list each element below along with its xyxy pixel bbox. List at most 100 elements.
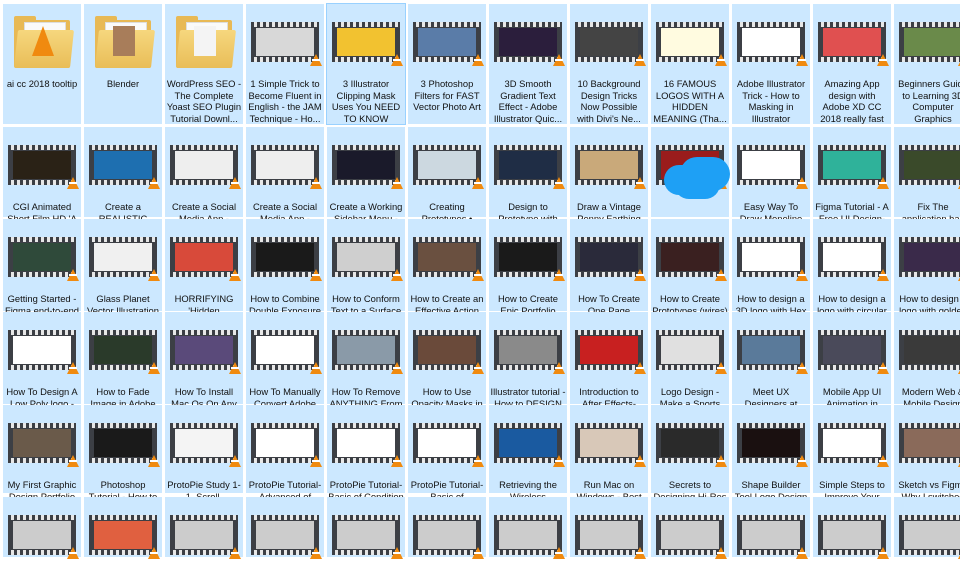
film-strip-icon [170, 515, 241, 559]
video-file-item[interactable]: Draw a Vintage Penny Farthing Bicycle in… [570, 127, 648, 247]
thumbnail-frame [580, 151, 638, 179]
video-file-item[interactable]: Mobile App UI Animation in ProtoPie - 2 … [813, 312, 891, 420]
video-file-item[interactable]: Figma Tutorial - A Free UI Design-Protot… [813, 127, 891, 247]
video-thumbnail-icon [899, 10, 960, 70]
vlc-cone-icon [148, 547, 160, 559]
video-file-item[interactable]: Sketch vs Figma Why I switched [894, 405, 960, 502]
video-file-item[interactable]: Beginners Guide to Learning 3D Computer … [894, 4, 960, 124]
video-file-item[interactable]: How To Install Mac Os On Any Windows Pc … [165, 312, 243, 432]
film-strip-icon [413, 515, 484, 559]
folder-item[interactable]: ai cc 2018 tooltip [3, 4, 81, 124]
video-file-item[interactable]: ProtoPie Tutorial- Basic of Condition In… [327, 405, 405, 513]
video-file-item[interactable]: How To Create One Page Websites With Div… [570, 219, 648, 339]
video-file-item[interactable]: 3 Photoshop Filters for FAST Vector Phot… [408, 4, 486, 124]
thumbnail-frame [580, 243, 638, 271]
film-strip-icon [737, 515, 808, 559]
video-file-item[interactable]: Illustrator tutorial - How to DESIGN WEB… [489, 312, 567, 432]
video-file-item[interactable] [732, 497, 810, 559]
video-file-item[interactable] [813, 497, 891, 559]
video-file-item[interactable]: Introduction to After Effects- Tutorial … [570, 312, 648, 432]
folder-item[interactable]: WordPress SEO - The Complete Yoast SEO P… [165, 4, 243, 124]
video-file-item[interactable] [894, 497, 960, 559]
video-file-item[interactable]: Create a Working Sidebar Menu - Adobe Xd… [327, 127, 405, 235]
video-file-item[interactable]: Secrets to Designing Hi-Res Web Graphics… [651, 405, 729, 525]
video-file-item[interactable] [489, 497, 567, 559]
video-thumbnail-icon [251, 133, 322, 193]
video-file-item[interactable]: 3D Smooth Gradient Text Effect - Adobe I… [489, 4, 567, 124]
video-file-item[interactable]: 1 Simple Trick to Become Fluent in Engli… [246, 4, 324, 124]
video-file-item[interactable]: Amazing App design with Adobe XD CC 2018… [813, 4, 891, 124]
video-file-item[interactable] [165, 497, 243, 559]
vlc-cone-icon [67, 455, 79, 467]
video-file-item[interactable]: Glass Planet Vector Illustration – Adobe… [84, 219, 162, 339]
video-file-item[interactable]: Creating Prototypes • Adobe XD Tutorial … [408, 127, 486, 247]
video-file-item[interactable]: HORRIFYING 'Hidden Meanings' In Famous L… [165, 219, 243, 339]
film-strip-icon [8, 423, 79, 467]
thumbnail-frame [256, 151, 314, 179]
video-file-item[interactable]: CGI Animated Short Film HD 'A Fox Tale '… [3, 127, 81, 247]
video-file-item[interactable]: How to design a 3D logo with Hex Grid - … [732, 219, 810, 339]
video-thumbnail-icon [332, 133, 403, 193]
vlc-cone-icon [472, 54, 484, 66]
video-file-item[interactable] [651, 127, 729, 217]
film-strip-icon [332, 145, 403, 189]
video-file-item[interactable]: How to Fade Image in Adobe Illustrator -… [84, 312, 162, 420]
video-file-item[interactable]: Run Mac on Windows - Best Method Ever - … [570, 405, 648, 525]
vlc-cone-icon [310, 269, 322, 281]
video-file-item[interactable] [570, 497, 648, 559]
video-file-item[interactable]: How to Combine Double Exposure & Selecti… [246, 219, 324, 339]
video-file-item[interactable]: Retrieving the Wireless Password On a Co… [489, 405, 567, 525]
film-strip-icon [251, 237, 322, 281]
film-strip-icon [818, 515, 889, 559]
video-file-item[interactable]: How to Use Opacity Masks in Illustrator [408, 312, 486, 420]
video-file-item[interactable]: Getting Started - Figma end-to-end [3, 219, 81, 316]
video-file-item[interactable]: My First Graphic Design Portfolio for Jo… [3, 405, 81, 513]
video-thumbnail-icon [656, 411, 727, 471]
video-file-item[interactable]: Adobe Illustrator Trick - How to Masking… [732, 4, 810, 124]
video-file-item[interactable]: How to Create an Effective Action Plan -… [408, 219, 486, 327]
video-file-item[interactable] [84, 497, 162, 559]
video-file-item[interactable] [246, 497, 324, 559]
video-file-item[interactable]: ProtoPie Study 1-1. Scroll, Slidemenu [165, 405, 243, 513]
video-file-item[interactable]: Design to Prototype with Adobe Xd and Pr… [489, 127, 567, 247]
video-file-item[interactable]: How to Conform Text to a Surface Using a… [327, 219, 405, 339]
video-file-item[interactable]: How to design a logo with circular grid … [813, 219, 891, 339]
video-thumbnail-icon [8, 503, 79, 563]
thumbnail-frame [904, 243, 960, 271]
thumbnail-frame [661, 336, 719, 364]
video-file-item[interactable]: Fix The application has failed to start … [894, 127, 960, 258]
video-file-item[interactable] [408, 497, 486, 559]
video-file-item[interactable]: Create a Social Media App - (Design & Pr… [165, 127, 243, 247]
video-file-item[interactable] [3, 497, 81, 559]
video-file-item[interactable]: Modern Web & Mobile Design Techniques (L… [894, 312, 960, 432]
video-file-item[interactable]: ProtoPie Tutorial- Advanced of Chain Fea… [246, 405, 324, 513]
thumbnail-frame [742, 151, 800, 179]
film-strip-icon [8, 237, 79, 281]
video-thumbnail-icon [494, 10, 565, 70]
video-file-item[interactable]: Photoshop Tutorial - How to Create a Pow… [84, 405, 162, 525]
video-file-item[interactable]: Create a Social Media App - (Design & Pr… [246, 127, 324, 247]
video-file-item[interactable]: Meet UX Designers at Google [732, 312, 810, 420]
video-file-item[interactable]: How To Design A Low Poly logo - Adobe Il… [3, 312, 81, 420]
film-strip-icon [899, 423, 960, 467]
video-file-item[interactable]: Shape Builder Tool Logo Design In Illust… [732, 405, 810, 513]
video-file-item[interactable]: 10 Background Design Tricks Now Possible… [570, 4, 648, 124]
video-file-item[interactable]: How to Create Epic Portfolio Profile Des… [489, 219, 567, 339]
video-file-item[interactable]: 16 FAMOUS LOGOS WITH A HIDDEN MEANING (T… [651, 4, 729, 124]
vlc-cone-icon [310, 455, 322, 467]
video-file-item[interactable]: How to Create Prototypes (wires) in Adob… [651, 219, 729, 339]
video-file-item[interactable]: Logo Design - Make a Sports Logo in Illu… [651, 312, 729, 432]
video-file-item[interactable]: How To Manually Convert Adobe Xd Design … [246, 312, 324, 432]
video-file-item[interactable]: 3 Illustrator Clipping Mask Uses You NEE… [326, 3, 406, 125]
video-file-item[interactable]: How To Remove ANYTHING From a Photo In P… [327, 312, 405, 432]
thumbnail-frame [13, 521, 71, 549]
video-file-item[interactable]: Simple Steps to Improve Your Interperson… [813, 405, 891, 525]
video-file-item[interactable] [327, 497, 405, 559]
video-file-item[interactable]: Easy Way To Draw Monoline Logo Using Gui… [732, 127, 810, 247]
video-file-item[interactable] [651, 497, 729, 559]
video-file-item[interactable]: Create a REALISTIC CHROME TEXT Effect in… [84, 127, 162, 247]
video-thumbnail-icon [656, 318, 727, 378]
video-file-item[interactable]: How to design a logo with golden Ratio #… [894, 219, 960, 339]
folder-item[interactable]: Blender [84, 4, 162, 124]
video-file-item[interactable]: ProtoPie Tutorial- Basic of Interaction … [408, 405, 486, 513]
